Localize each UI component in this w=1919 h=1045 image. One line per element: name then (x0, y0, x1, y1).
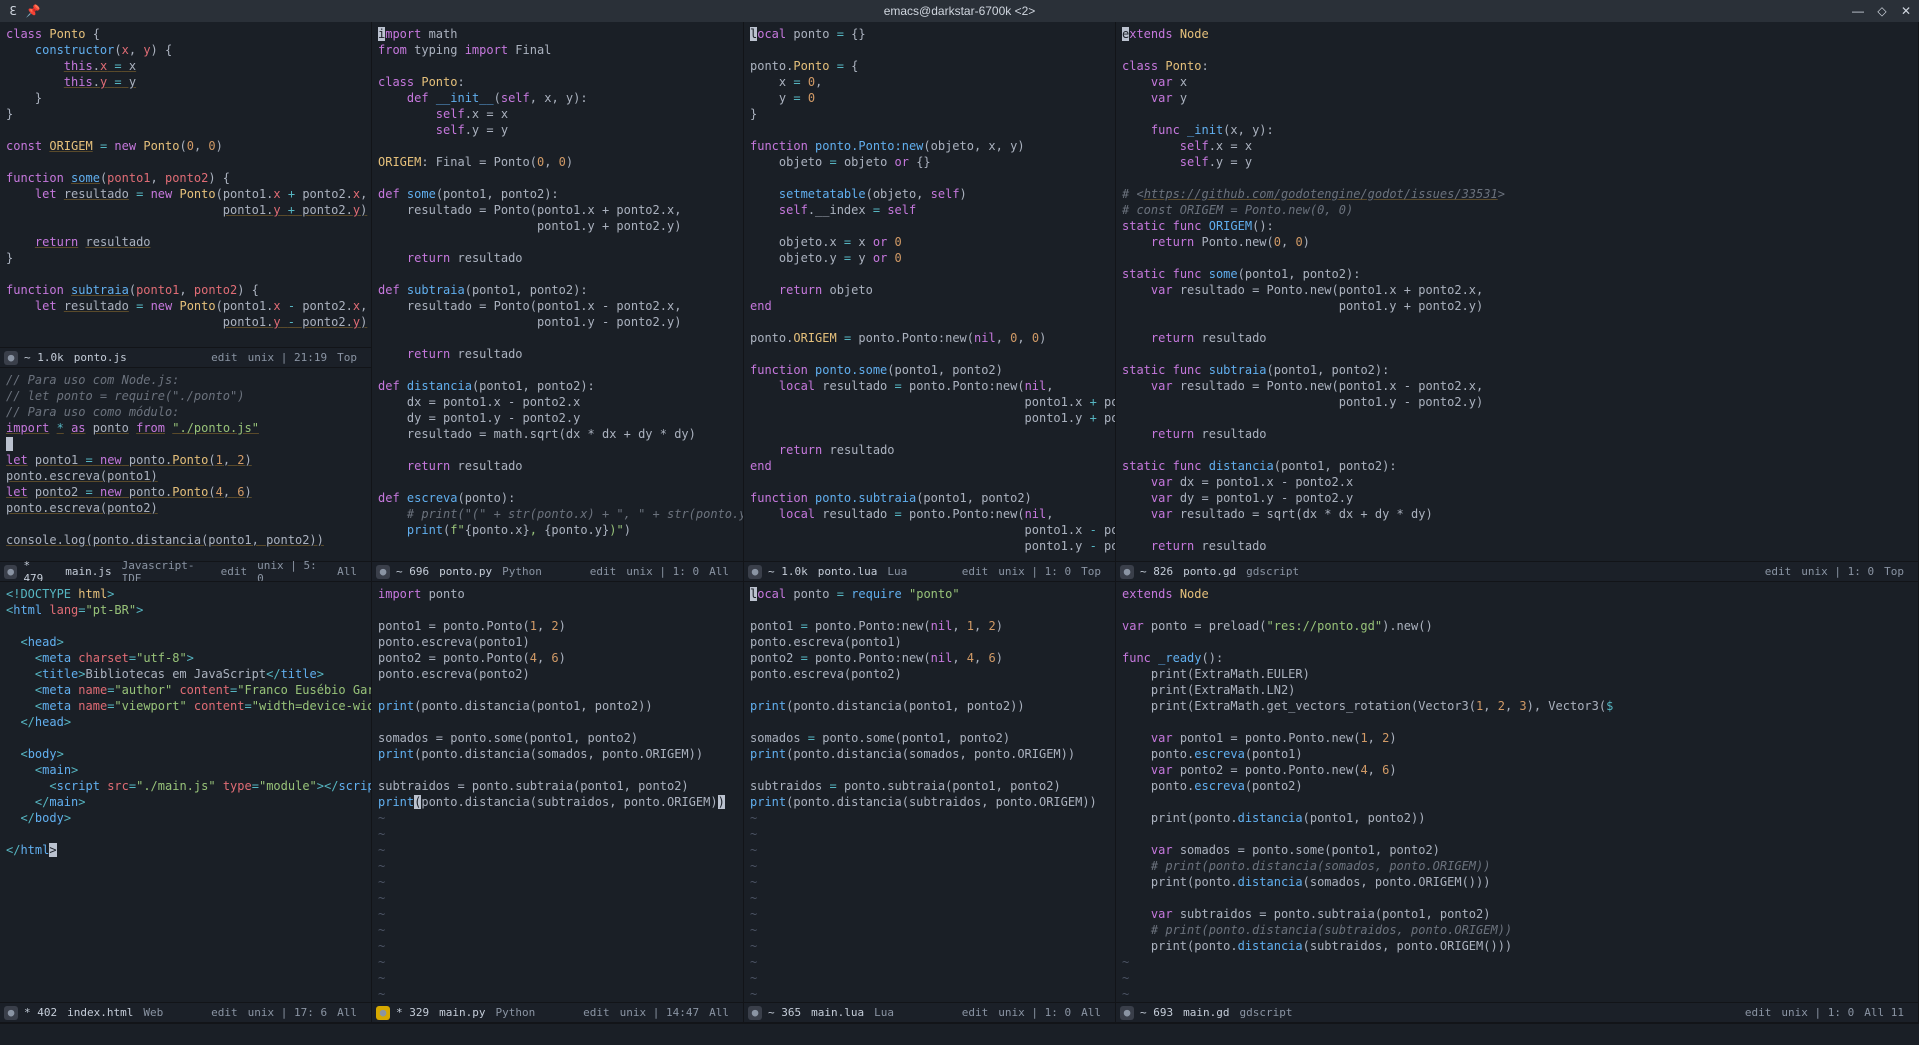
buffer-size: ~ 1.0k (24, 351, 64, 364)
code-main-py[interactable]: import ponto ponto1 = ponto.Ponto(1, 2) … (372, 582, 743, 1002)
pane-index-html[interactable]: <!DOCTYPE html> <html lang="pt-BR"> <hea… (0, 582, 372, 1023)
line-col: unix | 1: 0 (1801, 565, 1874, 578)
line-col: unix | 1: 0 (626, 565, 699, 578)
line-col: unix | 21:19 (248, 351, 327, 364)
pane-ponto-gd[interactable]: extends Node class Ponto: var x var y fu… (1116, 22, 1919, 582)
status-badge-icon: ● (376, 565, 390, 579)
maximize-icon[interactable]: ◇ (1875, 4, 1889, 18)
status-badge-icon: ● (748, 1006, 762, 1020)
code-ponto-gd[interactable]: extends Node class Ponto: var x var y fu… (1116, 22, 1918, 561)
status-badge-icon: ● (376, 1006, 390, 1020)
scroll-pos: Top (1081, 565, 1101, 578)
major-mode: Python (495, 1006, 535, 1019)
scroll-pos: All (709, 1006, 729, 1019)
pane-main-gd[interactable]: extends Node var ponto = preload("res://… (1116, 582, 1919, 1023)
buffer-name: main.gd (1183, 1006, 1229, 1019)
modeline-main-gd[interactable]: ● ~ 693 main.gd gdscript edit unix | 1: … (1116, 1002, 1918, 1022)
major-mode: Lua (887, 565, 907, 578)
edit-state: edit (1745, 1006, 1772, 1019)
scroll-pos: Top (1884, 565, 1904, 578)
buffer-name: index.html (67, 1006, 133, 1019)
buffer-name: ponto.gd (1183, 565, 1236, 578)
code-main-lua[interactable]: local ponto = require "ponto" ponto1 = p… (744, 582, 1115, 1002)
buffer-name: main.lua (811, 1006, 864, 1019)
code-ponto-lua[interactable]: local ponto = {} ponto.Ponto = { x = 0, … (744, 22, 1115, 561)
scroll-pos: All 11 (1864, 1006, 1904, 1019)
edit-state: edit (583, 1006, 610, 1019)
app-icon: ℇ (6, 4, 20, 18)
window-titlebar: ℇ 📌 emacs@darkstar-6700k <2> — ◇ ✕ (0, 0, 1919, 22)
minibuffer[interactable] (0, 1023, 1919, 1045)
status-badge-icon: ● (1120, 1006, 1134, 1020)
buffer-size: ~ 696 (396, 565, 429, 578)
status-badge-icon: ● (4, 351, 18, 365)
scroll-pos: All (337, 565, 357, 578)
modeline-main-py[interactable]: ● * 329 main.py Python edit unix | 14:47… (372, 1002, 743, 1022)
major-mode: Lua (874, 1006, 894, 1019)
buffer-name: ponto.lua (818, 565, 878, 578)
edit-state: edit (211, 1006, 238, 1019)
scroll-pos: All (337, 1006, 357, 1019)
edit-state: edit (1765, 565, 1792, 578)
edit-state: edit (962, 1006, 989, 1019)
pane-ponto-js[interactable]: class Ponto { constructor(x, y) { this.x… (0, 22, 372, 368)
buffer-size: * 329 (396, 1006, 429, 1019)
pane-main-js[interactable]: // Para uso com Node.js: // let ponto = … (0, 368, 372, 582)
modeline-index-html[interactable]: ● * 402 index.html Web edit unix | 17: 6… (0, 1002, 371, 1022)
pin-icon[interactable]: 📌 (26, 4, 40, 18)
code-index-html[interactable]: <!DOCTYPE html> <html lang="pt-BR"> <hea… (0, 582, 371, 1002)
major-mode: gdscript (1246, 565, 1299, 578)
buffer-size: ~ 693 (1140, 1006, 1173, 1019)
buffer-size: * 402 (24, 1006, 57, 1019)
edit-state: edit (590, 565, 617, 578)
pane-ponto-lua[interactable]: local ponto = {} ponto.Ponto = { x = 0, … (744, 22, 1116, 582)
editor-grid: class Ponto { constructor(x, y) { this.x… (0, 22, 1919, 1023)
pane-ponto-py[interactable]: import math from typing import Final cla… (372, 22, 744, 582)
line-col: unix | 14:47 (620, 1006, 699, 1019)
modeline-ponto-lua[interactable]: ● ~ 1.0k ponto.lua Lua edit unix | 1: 0 … (744, 561, 1115, 581)
status-badge-icon: ● (748, 565, 762, 579)
line-col: unix | 1: 0 (1781, 1006, 1854, 1019)
pane-main-lua[interactable]: local ponto = require "ponto" ponto1 = p… (744, 582, 1116, 1023)
code-main-js[interactable]: // Para uso com Node.js: // let ponto = … (0, 368, 371, 561)
scroll-pos: All (1081, 1006, 1101, 1019)
scroll-pos: Top (337, 351, 357, 364)
line-col: unix | 5: 0 (257, 559, 327, 583)
status-badge-icon: ● (4, 565, 17, 579)
line-col: unix | 1: 0 (998, 1006, 1071, 1019)
close-icon[interactable]: ✕ (1899, 4, 1913, 18)
buffer-size: ~ 826 (1140, 565, 1173, 578)
edit-state: edit (962, 565, 989, 578)
modeline-ponto-js[interactable]: ● ~ 1.0k ponto.js edit unix | 21:19 Top (0, 347, 371, 367)
window-title: emacs@darkstar-6700k <2> (884, 4, 1036, 18)
buffer-size: * 479 (23, 559, 55, 583)
major-mode: Python (502, 565, 542, 578)
edit-state: edit (221, 565, 248, 578)
edit-state: edit (211, 351, 238, 364)
line-col: unix | 1: 0 (998, 565, 1071, 578)
buffer-size: ~ 1.0k (768, 565, 808, 578)
code-main-gd[interactable]: extends Node var ponto = preload("res://… (1116, 582, 1918, 1002)
buffer-name: main.js (65, 565, 111, 578)
pane-main-py[interactable]: import ponto ponto1 = ponto.Ponto(1, 2) … (372, 582, 744, 1023)
code-ponto-js[interactable]: class Ponto { constructor(x, y) { this.x… (0, 22, 371, 347)
modeline-ponto-gd[interactable]: ● ~ 826 ponto.gd gdscript edit unix | 1:… (1116, 561, 1918, 581)
major-mode: Javascript-IDE (122, 559, 211, 583)
buffer-size: ~ 365 (768, 1006, 801, 1019)
minimize-icon[interactable]: — (1851, 4, 1865, 18)
modeline-ponto-py[interactable]: ● ~ 696 ponto.py Python edit unix | 1: 0… (372, 561, 743, 581)
status-badge-icon: ● (4, 1006, 18, 1020)
status-badge-icon: ● (1120, 565, 1134, 579)
buffer-name: ponto.py (439, 565, 492, 578)
line-col: unix | 17: 6 (248, 1006, 327, 1019)
modeline-main-js[interactable]: ● * 479 main.js Javascript-IDE edit unix… (0, 561, 371, 581)
buffer-name: main.py (439, 1006, 485, 1019)
major-mode: gdscript (1239, 1006, 1292, 1019)
buffer-name: ponto.js (74, 351, 127, 364)
scroll-pos: All (709, 565, 729, 578)
modeline-main-lua[interactable]: ● ~ 365 main.lua Lua edit unix | 1: 0 Al… (744, 1002, 1115, 1022)
major-mode: Web (143, 1006, 163, 1019)
code-ponto-py[interactable]: import math from typing import Final cla… (372, 22, 743, 561)
